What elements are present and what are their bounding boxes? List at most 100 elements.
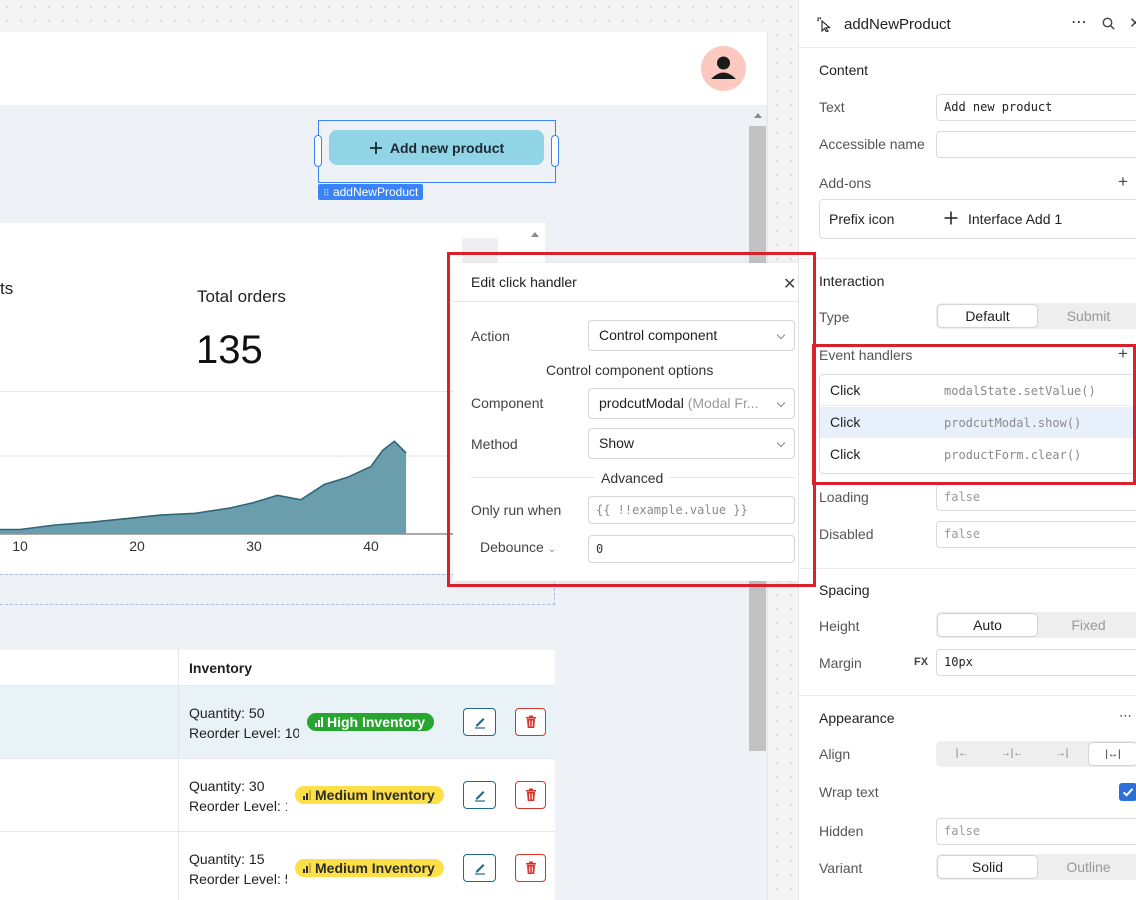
plus-icon [369, 141, 382, 154]
event-handlers-list: Click modalState.setValue() Click prodcu… [819, 374, 1136, 474]
variant-segmented-control: Solid Outline [936, 854, 1136, 880]
pencil-icon [474, 791, 485, 802]
chevron-down-icon [776, 438, 786, 448]
interface-add-icon [944, 211, 958, 225]
quantity-text: Quantity: 30 [189, 778, 265, 794]
total-orders-value: 135 [196, 328, 263, 372]
edit-button[interactable] [463, 854, 496, 882]
component-name-tag[interactable]: ⠿ addNewProduct [318, 184, 424, 200]
component-select-hint: (Modal Fr... [687, 395, 759, 411]
table-header [0, 650, 555, 686]
variant-label: Variant [819, 860, 863, 876]
resize-handle-right[interactable] [551, 135, 559, 167]
edit-button[interactable] [463, 781, 496, 809]
delete-button[interactable] [515, 781, 546, 809]
variant-solid-option[interactable]: Solid [937, 855, 1038, 879]
height-fixed-option[interactable]: Fixed [1038, 613, 1136, 637]
table-row[interactable]: Quantity: 50 Reorder Level: 10 High Inve… [0, 686, 555, 759]
align-stretch-icon[interactable]: |↔| [1088, 742, 1136, 766]
pencil-icon [474, 718, 485, 729]
prefix-icon-value: Interface Add 1 [968, 211, 1063, 227]
trash-icon [525, 788, 536, 801]
delete-button[interactable] [515, 854, 546, 882]
wrap-text-checkbox[interactable] [1119, 783, 1136, 801]
x-tick-label: 30 [246, 538, 262, 554]
event-name: Click [830, 446, 861, 462]
debounce-toggle[interactable]: Debounce ⌄ [480, 539, 556, 555]
event-handler-row[interactable]: Click prodcutModal.show() [820, 407, 1136, 438]
user-avatar[interactable] [701, 46, 746, 91]
quantity-text: Quantity: 15 [189, 851, 265, 867]
add-new-product-label: Add new product [389, 139, 505, 156]
align-left-icon[interactable]: |← [937, 742, 987, 766]
loading-label: Loading [819, 489, 869, 505]
event-code: prodcutModal.show() [944, 416, 1082, 430]
inspector-title: addNewProduct [844, 16, 951, 33]
accessible-name-input[interactable] [936, 131, 1136, 158]
variant-outline-option[interactable]: Outline [1038, 855, 1136, 879]
component-name-tag-label: addNewProduct [332, 185, 419, 199]
align-center-icon[interactable]: →|← [987, 742, 1037, 766]
scroll-up-arrow-icon[interactable] [754, 113, 762, 118]
align-right-icon[interactable]: →| [1037, 742, 1087, 766]
text-input[interactable]: Add new product [936, 94, 1136, 121]
action-select-value: Control component [599, 327, 718, 343]
loading-input[interactable]: false [936, 484, 1136, 511]
debounce-input[interactable]: 0 [588, 535, 795, 563]
inventory-status-badge: High Inventory [307, 713, 435, 731]
only-run-when-input[interactable]: {{ !!example.value }} [588, 496, 795, 524]
appearance-section-title: Appearance [819, 710, 895, 726]
add-addon-plus-icon[interactable]: + [1118, 172, 1128, 192]
disabled-input[interactable]: false [936, 521, 1136, 548]
method-select[interactable]: Show [588, 428, 795, 459]
modal-divider [453, 301, 809, 302]
prefix-icon-addon[interactable]: Prefix icon Interface Add 1 [819, 199, 1136, 239]
trash-icon [525, 861, 536, 874]
disabled-label: Disabled [819, 526, 874, 542]
margin-input[interactable]: 10px [936, 649, 1136, 676]
fx-toggle[interactable]: FX [914, 656, 928, 668]
height-auto-option[interactable]: Auto [937, 613, 1038, 637]
type-label: Type [819, 309, 850, 325]
method-label: Method [471, 436, 518, 452]
delete-button[interactable] [515, 708, 546, 736]
margin-label: Margin [819, 655, 862, 671]
component-label: Component [471, 395, 544, 411]
action-select[interactable]: Control component [588, 320, 795, 351]
table-row[interactable]: Quantity: 30 Reorder Level: 10 Medium In… [0, 759, 555, 832]
component-select[interactable]: prodcutModal (Modal Fr... [588, 388, 795, 419]
height-segmented-control: Auto Fixed [936, 612, 1136, 638]
status-badge-label: Medium Inventory [315, 860, 435, 876]
event-handler-row[interactable]: Click productForm.clear() [820, 439, 1136, 470]
pencil-icon [474, 864, 485, 875]
orders-area-chart: 10 20 30 40 [0, 440, 460, 554]
close-inspector-icon[interactable]: ✕ [1129, 14, 1136, 32]
interaction-section-title: Interaction [819, 273, 885, 289]
type-default-option[interactable]: Default [937, 304, 1038, 328]
section-divider [799, 568, 1136, 569]
inventory-column-header: Inventory [189, 660, 253, 676]
edit-button[interactable] [463, 708, 496, 736]
table-row[interactable]: Quantity: 15 Reorder Level: 5 Medium Inv… [0, 832, 555, 900]
event-handlers-label: Event handlers [819, 347, 913, 363]
align-label: Align [819, 746, 851, 762]
signal-bars-icon [303, 863, 311, 873]
checkmark-icon [1122, 788, 1134, 797]
resize-handle-left[interactable] [314, 135, 322, 167]
card-scroll-up-icon[interactable] [531, 232, 539, 237]
app-header [0, 32, 768, 105]
add-event-handler-plus-icon[interactable]: + [1118, 344, 1128, 364]
section-divider [799, 695, 1136, 696]
type-submit-option[interactable]: Submit [1038, 304, 1136, 328]
close-icon[interactable]: ✕ [783, 274, 796, 294]
more-options-icon[interactable]: ⋯ [1071, 12, 1088, 32]
event-name: Click [830, 414, 861, 430]
event-handler-row[interactable]: Click modalState.setValue() [820, 375, 1136, 406]
add-new-product-button[interactable]: Add new product [329, 130, 544, 165]
search-icon[interactable] [1102, 17, 1115, 30]
hidden-input[interactable]: false [936, 818, 1136, 845]
spacing-section-title: Spacing [819, 582, 870, 598]
appearance-more-icon[interactable]: ⋯ [1119, 708, 1132, 724]
chevron-down-icon: ⌄ [547, 544, 557, 555]
chart-area-fill [0, 441, 407, 534]
